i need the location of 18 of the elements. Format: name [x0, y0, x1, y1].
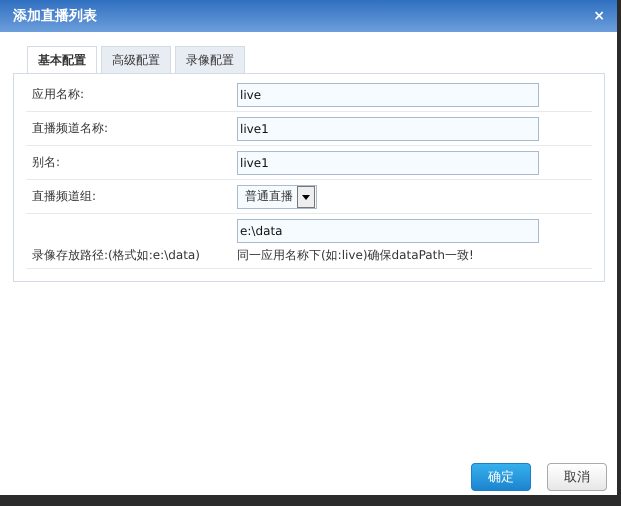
- text-field[interactable]: live: [237, 82, 539, 106]
- hint-text: 同一应用名称下(如:live)确保dataPath一致!: [237, 247, 475, 264]
- tab[interactable]: 基本配置: [27, 46, 97, 74]
- tab[interactable]: 高级配置: [101, 46, 171, 73]
- window-title: 添加直播列表: [13, 7, 97, 25]
- field-label: 别名:: [31, 154, 62, 171]
- dropdown[interactable]: 普通直播: [237, 184, 317, 208]
- text-field[interactable]: live1: [237, 116, 539, 140]
- text-field[interactable]: live1: [237, 150, 539, 174]
- field-label: 录像存放路径:(格式如:e:\data): [31, 247, 201, 264]
- close-button[interactable]: ×: [593, 8, 605, 24]
- cancel-button[interactable]: 取消: [547, 463, 607, 491]
- field-label: 直播频道名称:: [31, 120, 110, 137]
- tab[interactable]: 录像配置: [175, 46, 245, 73]
- text-field[interactable]: e:\data: [237, 219, 539, 243]
- field-label: 应用名称:: [31, 86, 86, 103]
- caret-icon[interactable]: [297, 186, 315, 208]
- field-label: 直播频道组:: [31, 188, 98, 205]
